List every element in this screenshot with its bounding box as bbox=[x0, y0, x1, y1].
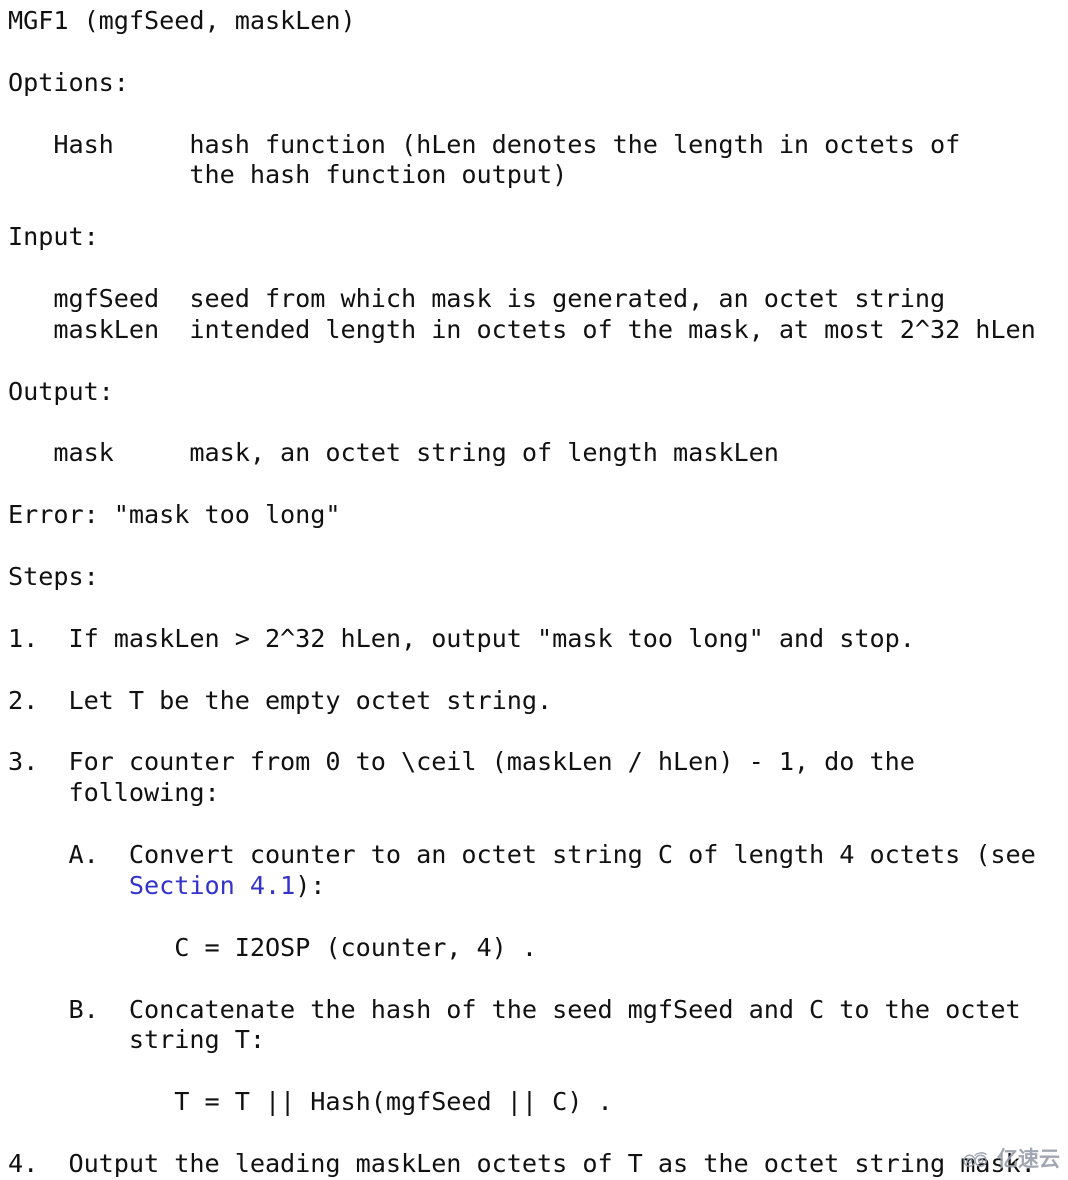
error-line: Error: "mask too long" bbox=[8, 500, 341, 530]
options-heading: Options: bbox=[8, 67, 129, 97]
step-3-line-1: 3. For counter from 0 to \ceil (maskLen … bbox=[8, 747, 915, 777]
step-3-line-2: following: bbox=[8, 778, 220, 808]
input-mgfseed-line: mgfSeed seed from which mask is generate… bbox=[8, 284, 946, 314]
input-heading: Input: bbox=[8, 222, 99, 252]
step-4-line: 4. Output the leading maskLen octets of … bbox=[8, 1148, 1036, 1178]
output-heading: Output: bbox=[8, 376, 114, 406]
steps-heading: Steps: bbox=[8, 562, 99, 592]
input-masklen-line: maskLen intended length in octets of the… bbox=[8, 314, 1036, 344]
step-3B-line-1: B. Concatenate the hash of the seed mgfS… bbox=[8, 994, 1021, 1024]
step-3B-line-2: string T: bbox=[8, 1025, 265, 1055]
option-hash-line-2: the hash function output) bbox=[8, 160, 568, 190]
step-3A-equation: C = I2OSP (counter, 4) . bbox=[8, 932, 537, 962]
document-title-line: MGF1 (mgfSeed, maskLen) bbox=[8, 6, 356, 35]
step-3A-suffix: ): bbox=[295, 870, 326, 900]
step-2-line: 2. Let T be the empty octet string. bbox=[8, 685, 553, 715]
step-3A-line-2: Section 4.1): bbox=[0, 871, 1068, 902]
output-mask-line: mask mask, an octet string of length mas… bbox=[8, 438, 779, 468]
step-3A-line-1: A. Convert counter to an octet string C … bbox=[8, 840, 1036, 870]
step-3A-indent bbox=[8, 871, 129, 900]
option-hash-line-1: Hash hash function (hLen denotes the len… bbox=[8, 129, 961, 159]
section-4-1-link[interactable]: Section 4.1 bbox=[129, 871, 295, 900]
plaintext-document: MGF1 (mgfSeed, maskLen) Options: Hash ha… bbox=[0, 0, 1068, 1180]
step-3B-equation: T = T || Hash(mgfSeed || C) . bbox=[8, 1087, 613, 1117]
step-1-line: 1. If maskLen > 2^32 hLen, output "mask … bbox=[8, 623, 915, 653]
